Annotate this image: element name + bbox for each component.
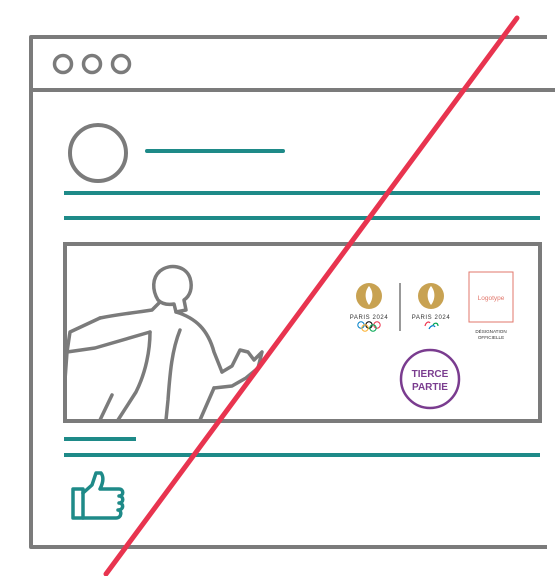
thumbs-up-icon[interactable] (71, 471, 125, 520)
badge-line-1: TIERCE (412, 369, 449, 380)
logotype-label: Logotype (478, 295, 505, 302)
prohibited-post-illustration: PARIS 2024 PARIS 2024 Logotype DÉSIGNATI… (29, 15, 555, 576)
window-dot-2-icon[interactable] (81, 53, 103, 75)
window-dot-1-icon[interactable] (52, 53, 74, 75)
paralympic-brand-text: PARIS 2024 (412, 315, 451, 321)
badge-line-2: PARTIE (412, 382, 448, 393)
logotype-placeholder: Logotype DÉSIGNATION OFFICIELLE (468, 271, 514, 340)
designation-line-1: DÉSIGNATION (475, 328, 506, 334)
window-dot-3-icon[interactable] (110, 53, 132, 75)
post-image[interactable]: PARIS 2024 PARIS 2024 Logotype DÉSIGNATI… (63, 242, 542, 423)
post-footer (64, 437, 540, 520)
avatar-icon[interactable] (68, 123, 128, 183)
designation-line-2: OFFICIELLE (478, 335, 504, 340)
third-party-badge: TIERCE PARTIE (399, 348, 461, 410)
post-header (64, 123, 540, 220)
olympic-brand-text: PARIS 2024 (350, 315, 389, 321)
